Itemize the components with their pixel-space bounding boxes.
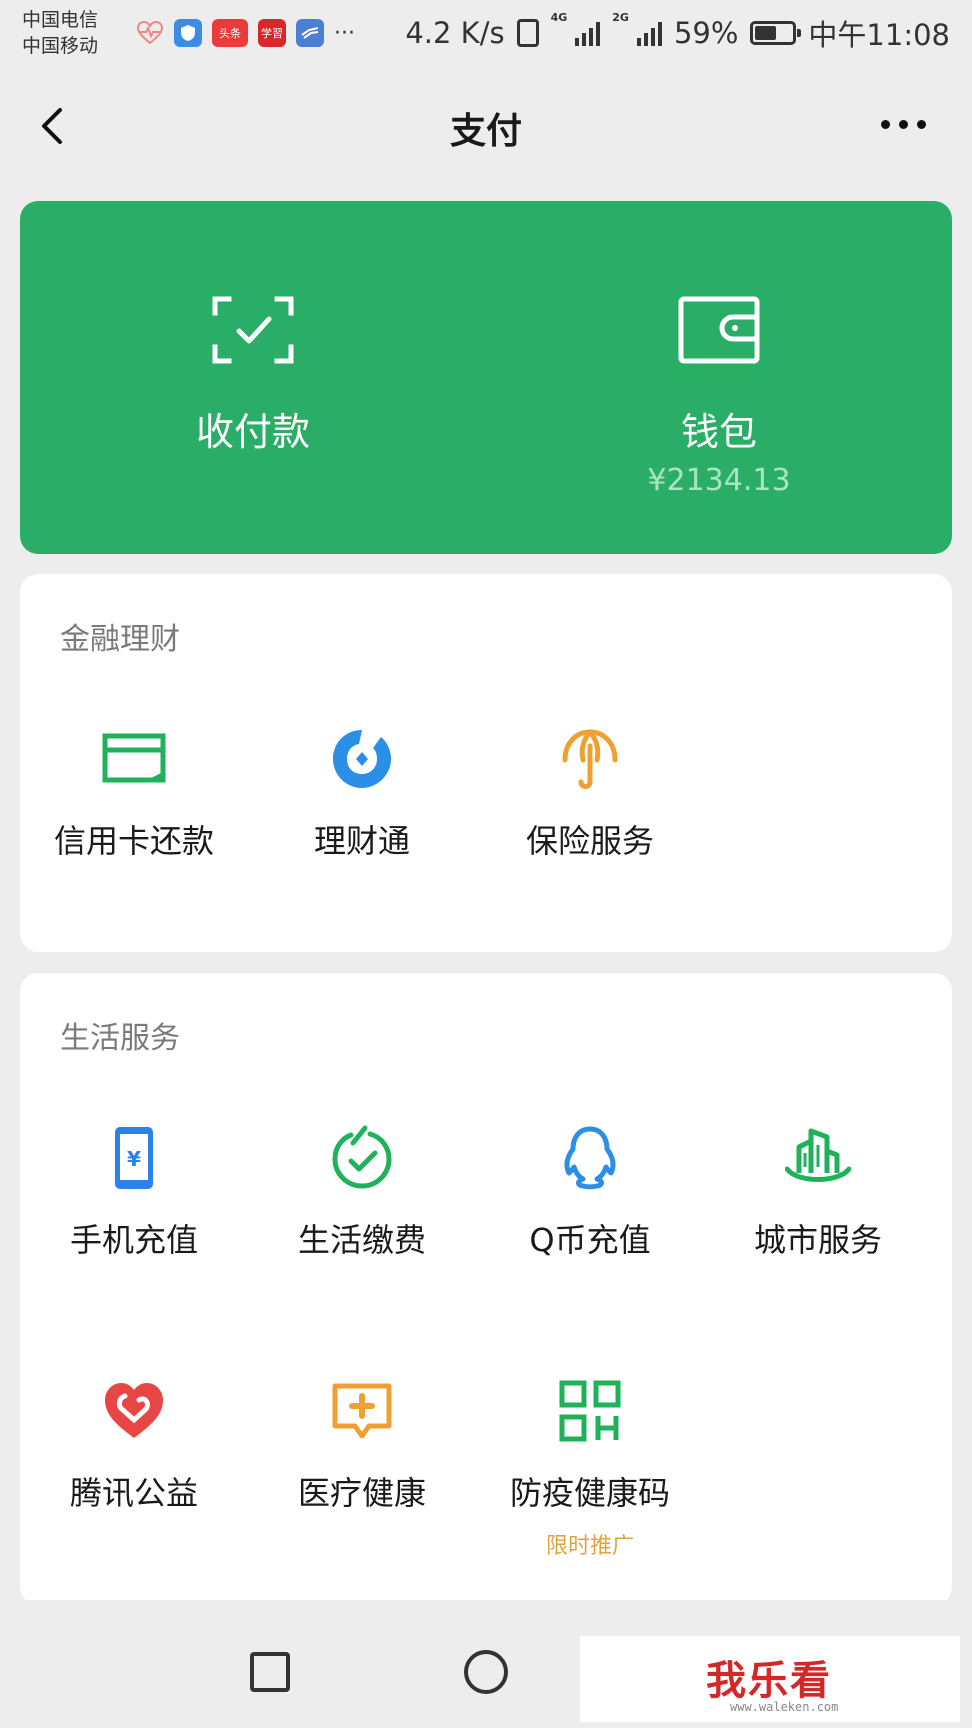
phone-recharge-button[interactable]: ¥ 手机充值 [20,1125,248,1261]
system-indicators: 4.2 K/s 4G 2G 59% 中午11:08 [405,12,950,54]
umbrella-icon [562,729,618,789]
heart-rate-icon [136,19,164,47]
signal-icon [636,20,662,46]
status-bar: 中国电信 中国移动 头条 学習 ··· 4.2 K/s 4G 2G 59% 中午… [0,0,972,66]
wallet-button[interactable]: 钱包 ¥2134.13 [486,201,952,554]
carrier-2: 中国移动 [22,35,99,57]
limited-promo-badge: 限时推广 [545,1534,634,1559]
finance-section: 金融理财 信用卡还款 理财通 保险服务 [20,574,952,952]
shield-app-icon [174,19,202,47]
nav-bar: 支付 [0,80,972,172]
svg-text:¥: ¥ [127,1147,141,1171]
wallet-balance: ¥2134.13 [647,463,791,498]
city-services-label: 城市服务 [753,1221,882,1259]
clock: 中午11:08 [808,18,950,52]
credit-card-icon [102,733,166,783]
hand-app-icon [296,19,324,47]
notification-icons: 头条 学習 [136,19,324,47]
utility-bill-icon [332,1125,392,1189]
medical-health-label: 医疗健康 [297,1474,426,1512]
phone-recharge-icon: ¥ [115,1127,153,1189]
more-notifications: ··· [334,20,355,46]
recent-apps-button[interactable] [250,1652,290,1692]
tencent-charity-button[interactable]: 腾讯公益 [20,1378,248,1514]
q-coin-recharge-button[interactable]: Q币充值 [476,1125,704,1261]
medical-chat-icon [332,1383,392,1439]
scan-check-icon [212,296,294,364]
signal-icon [575,20,601,46]
licaitong-label: 理财通 [313,822,410,860]
finance-section-title: 金融理财 [60,622,180,657]
wallet-icon [678,296,760,364]
utility-bill-label: 生活缴费 [297,1221,426,1259]
health-qr-icon [559,1380,621,1442]
utility-bill-button[interactable]: 生活缴费 [248,1125,476,1261]
phone-recharge-label: 手机充值 [69,1221,198,1259]
health-code-button[interactable]: 防疫健康码 限时推广 [476,1378,704,1560]
medical-health-button[interactable]: 医疗健康 [248,1378,476,1514]
life-section-title: 生活服务 [60,1021,180,1056]
home-button[interactable] [464,1650,508,1694]
life-services-section: 生活服务 ¥ 手机充值 生活缴费 Q币充值 城市服务 腾讯公益 医疗健康 防疫健… [20,973,952,1605]
network-type-1: 4G [550,11,568,24]
watermark-text: 我乐看 [706,1658,832,1704]
health-code-label: 防疫健康码 [509,1474,670,1512]
carrier-info: 中国电信 中国移动 [22,7,132,59]
toutiao-app-icon: 头条 [212,19,248,47]
licaitong-button[interactable]: 理财通 [248,726,476,862]
tencent-charity-label: 腾讯公益 [69,1474,198,1512]
carrier-1: 中国电信 [22,9,99,31]
watermark: 我乐看 www.waleken.com [580,1636,960,1722]
wallet-label: 钱包 [680,410,757,454]
city-building-icon [785,1128,851,1182]
licaitong-icon [333,730,391,788]
insurance-button[interactable]: 保险服务 [476,726,704,862]
battery-fill [755,26,777,40]
system-nav-bar: 我乐看 www.waleken.com [0,1600,972,1728]
payment-card: 收付款 钱包 ¥2134.13 [20,201,952,554]
page-title: 支付 [449,111,522,152]
vibrate-icon [516,19,539,47]
more-options-icon[interactable] [881,120,926,129]
network-type-2: 2G [612,11,629,24]
insurance-label: 保险服务 [525,822,654,860]
network-speed: 4.2 K/s [405,16,505,50]
city-services-button[interactable]: 城市服务 [704,1125,932,1261]
q-coin-recharge-label: Q币充值 [529,1221,651,1259]
xuexi-app-icon: 学習 [258,19,286,47]
watermark-url: www.waleken.com [730,1700,839,1714]
receive-pay-button[interactable]: 收付款 [20,201,486,554]
receive-pay-label: 收付款 [195,410,310,454]
credit-card-repay-label: 信用卡还款 [53,822,214,860]
credit-card-repay-button[interactable]: 信用卡还款 [20,726,248,862]
charity-heart-icon [105,1383,163,1438]
battery-percent: 59% [673,16,739,50]
battery-icon [750,21,802,45]
qq-penguin-icon [564,1126,616,1190]
